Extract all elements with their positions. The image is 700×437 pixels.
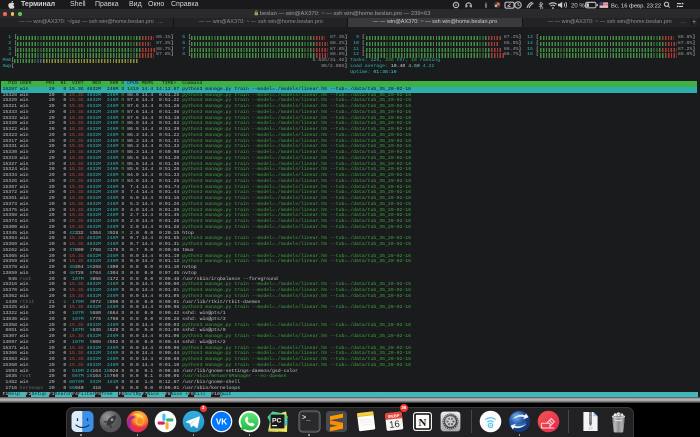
svg-text:i: i xyxy=(485,2,487,9)
svg-text:N: N xyxy=(418,417,426,429)
svg-text:16: 16 xyxy=(388,418,400,430)
svg-text:>_: >_ xyxy=(302,414,311,422)
svg-text:VK: VK xyxy=(216,417,227,426)
svg-text:ZIP: ZIP xyxy=(588,426,593,430)
svg-text:PC: PC xyxy=(272,417,282,424)
